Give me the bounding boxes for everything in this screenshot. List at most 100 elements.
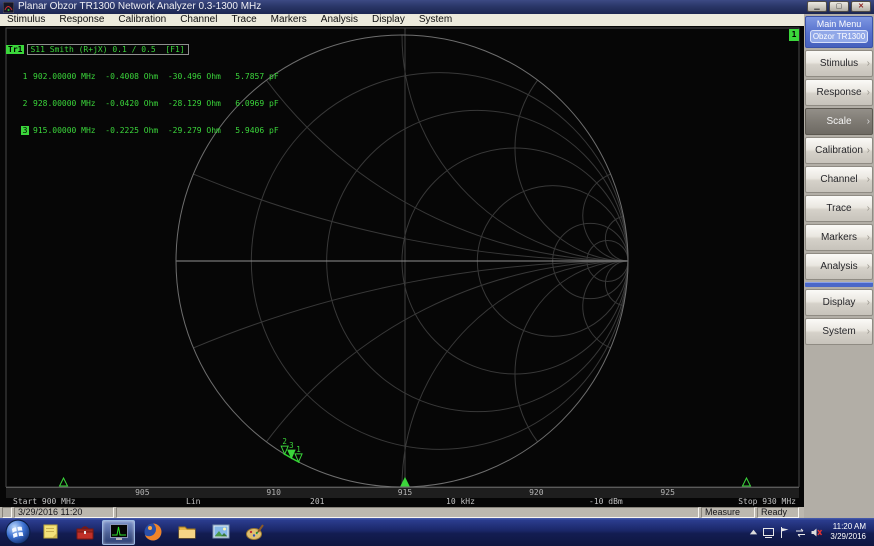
softkey-analysis[interactable]: Analysis› — [805, 253, 873, 280]
sticky-notes-icon — [41, 522, 61, 542]
show-hidden-icons-caret[interactable] — [748, 527, 759, 538]
tray-date: 3/29/2016 — [830, 532, 866, 542]
minimize-button[interactable]: ▁ — [807, 1, 827, 12]
softkey-label: Scale — [826, 116, 851, 127]
maximize-button[interactable]: ▢ — [829, 1, 849, 12]
stimulus-ifbw: 10 kHz — [446, 497, 475, 507]
marker-row: 2 928.00000 MHz -0.0420 Ohm -28.129 Ohm 6… — [6, 99, 279, 108]
menu-item-analysis[interactable]: Analysis — [314, 14, 365, 26]
menu-bar: StimulusResponseCalibrationChannelTraceM… — [0, 14, 804, 26]
softkey-markers[interactable]: Markers › — [805, 224, 873, 251]
image-viewer-icon — [211, 522, 231, 542]
marker-3-badge: 3 — [21, 126, 29, 135]
taskbar-paint[interactable] — [238, 520, 271, 545]
marker-row: 3 915.00000 MHz -0.2225 Ohm -29.279 Ohm 5… — [6, 126, 279, 135]
trace-reference-indicator[interactable]: 1 — [789, 29, 799, 41]
reactance-arc — [515, 261, 628, 442]
stimulus-sweep-type: Lin — [186, 497, 200, 507]
marker-1-readout: 902.00000 MHz -0.4008 Ohm -30.496 Ohm 5.… — [33, 72, 279, 81]
softkey-menu: Main Menu Obzor TR1300 Stimulus›Response… — [804, 14, 874, 518]
softkey-display[interactable]: Display › — [805, 289, 873, 316]
softkey-label: Stimulus — [820, 58, 858, 69]
softkey-label: Trace — [826, 203, 851, 214]
trace-title-row: Tr1 S11 Smith (R+jX) 0.1 / 0.5 [F1] — [6, 45, 279, 54]
marker-2-label: 2 — [282, 437, 287, 446]
clock[interactable]: 11:20 AM 3/29/2016 — [830, 522, 866, 542]
device-name: Obzor TR1300 — [810, 30, 868, 43]
chevron-right-icon: › — [867, 59, 870, 69]
close-button[interactable]: ✕ — [851, 1, 871, 12]
trace-annotation: [F1] — [165, 45, 184, 54]
taskbar-toolbox[interactable] — [68, 520, 101, 545]
status-ready: Ready — [757, 507, 799, 518]
reactance-arc — [515, 80, 628, 261]
stimulus-power: -10 dBm — [589, 497, 623, 507]
app-icon — [3, 2, 14, 13]
taskbar-vna-app[interactable] — [102, 520, 135, 545]
softkey-label: Analysis — [820, 261, 857, 272]
firefox-icon — [143, 522, 163, 542]
stimulus-stop: Stop 930 MHz — [738, 497, 796, 507]
marker-1-badge: 1 — [21, 72, 29, 81]
main-menu-header: Main Menu Obzor TR1300 — [805, 16, 873, 48]
taskbar-image-viewer[interactable] — [204, 520, 237, 545]
menu-item-response[interactable]: Response — [52, 14, 111, 26]
marker-row: 1 902.00000 MHz -0.4008 Ohm -30.496 Ohm 5… — [6, 72, 279, 81]
taskbar-firefox[interactable] — [136, 520, 169, 545]
status-grip — [2, 507, 12, 518]
softkey-scale[interactable]: Scale › — [805, 108, 873, 135]
status-bar: 3/29/2016 11:20 Measure Ready — [0, 507, 804, 518]
softkey-trace[interactable]: Trace › — [805, 195, 873, 222]
softkey-calibration[interactable]: Calibration› — [805, 137, 873, 164]
window-title: Planar Obzor TR1300 Network Analyzer 0.3… — [18, 0, 261, 14]
chevron-right-icon: › — [867, 117, 870, 127]
trace-badge[interactable]: Tr1 — [6, 45, 24, 54]
status-datetime: 3/29/2016 11:20 — [14, 507, 114, 518]
menu-item-channel[interactable]: Channel — [173, 14, 224, 26]
menu-item-trace[interactable]: Trace — [224, 14, 263, 26]
system-tray: 11:20 AM 3/29/2016 — [748, 518, 870, 546]
chevron-right-icon: › — [867, 88, 870, 98]
paint-icon — [245, 522, 265, 542]
softkey-label: Markers — [821, 232, 857, 243]
menu-item-markers[interactable]: Markers — [264, 14, 314, 26]
taskbar-sticky-notes[interactable] — [34, 520, 67, 545]
tray-flag-icon[interactable] — [778, 526, 791, 539]
tray-time: 11:20 AM — [830, 522, 866, 532]
menu-item-stimulus[interactable]: Stimulus — [0, 14, 52, 26]
marker-2-badge: 2 — [21, 99, 29, 108]
chevron-right-icon: › — [867, 298, 870, 308]
windows-taskbar: 11:20 AM 3/29/2016 — [0, 518, 874, 546]
trace-label: S11 Smith (R+jX) 0.1 / 0.5 — [30, 45, 155, 54]
tray-app-icon[interactable] — [762, 526, 775, 539]
chevron-right-icon: › — [867, 204, 870, 214]
menu-item-system[interactable]: System — [412, 14, 459, 26]
menu-separator — [805, 282, 873, 287]
softkey-channel[interactable]: Channel › — [805, 166, 873, 193]
tray-volume-muted-icon[interactable] — [810, 526, 823, 539]
softkey-response[interactable]: Response› — [805, 79, 873, 106]
softkey-stimulus[interactable]: Stimulus › — [805, 50, 873, 77]
softkey-label: Display — [823, 297, 856, 308]
explorer-icon — [177, 522, 197, 542]
status-measure: Measure — [701, 507, 755, 518]
taskbar-explorer[interactable] — [170, 520, 203, 545]
marker-3-readout: 915.00000 MHz -0.2225 Ohm -29.279 Ohm 5.… — [33, 126, 279, 135]
smith-chart-plot: 1 2 3 Tr1 S11 Smith (R+jX) 0.1 / 0.5 [F1] 1… — [0, 26, 804, 507]
menu-item-calibration[interactable]: Calibration — [111, 14, 173, 26]
chevron-right-icon: › — [867, 327, 870, 337]
softkey-label: System — [822, 326, 855, 337]
marker-2-readout: 928.00000 MHz -0.0420 Ohm -28.129 Ohm 6.… — [33, 99, 279, 108]
screen: Planar Obzor TR1300 Network Analyzer 0.3… — [0, 0, 874, 546]
start-button[interactable] — [5, 519, 31, 545]
trace-info: Tr1 S11 Smith (R+jX) 0.1 / 0.5 [F1] 1 902.… — [6, 27, 279, 153]
marker-1-stimulus-triangle — [60, 478, 68, 486]
status-message-area — [116, 507, 699, 518]
chevron-right-icon: › — [867, 146, 870, 156]
softkey-label: Channel — [820, 174, 857, 185]
chevron-right-icon: › — [867, 175, 870, 185]
chevron-right-icon: › — [867, 233, 870, 243]
softkey-system[interactable]: System › — [805, 318, 873, 345]
menu-item-display[interactable]: Display — [365, 14, 412, 26]
tray-sync-icon[interactable] — [794, 526, 807, 539]
